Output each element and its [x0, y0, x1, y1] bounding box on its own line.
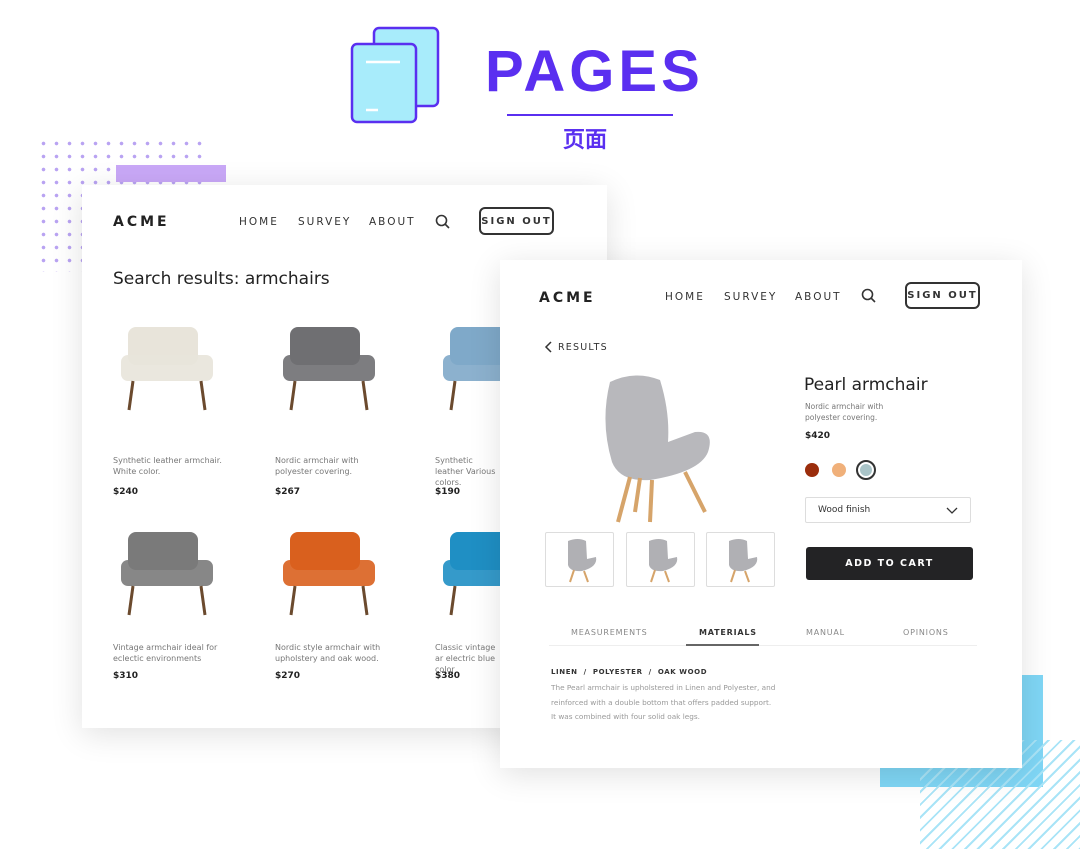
page-title: PAGES — [485, 39, 704, 104]
product-price: $380 — [435, 671, 461, 681]
logo: ACME — [539, 290, 596, 306]
search-icon[interactable] — [861, 288, 877, 304]
product-thumbnail[interactable] — [626, 532, 695, 587]
product-description: Vintage armchair ideal for eclectic envi… — [113, 643, 218, 663]
title-divider — [507, 114, 673, 116]
product-card-image[interactable] — [435, 520, 500, 625]
materials-description: The Pearl armchair is upholstered in Lin… — [551, 683, 776, 721]
tabs-divider — [549, 645, 977, 646]
product-thumbnail[interactable] — [545, 532, 614, 587]
product-price: $310 — [113, 671, 139, 681]
armchair-image — [121, 532, 213, 616]
product-price: $240 — [113, 487, 139, 497]
color-swatch[interactable] — [832, 463, 846, 477]
armchair-image — [283, 532, 375, 616]
nav-home[interactable]: HOME — [239, 216, 279, 228]
product-thumbnail[interactable] — [706, 532, 775, 587]
armchair-image — [283, 327, 375, 411]
product-card-image[interactable] — [113, 520, 228, 625]
product-description: Synthetic leather Various colors. — [435, 456, 496, 487]
detail-page-card: ACME HOME SURVEY ABOUT SIGN OUT RESULTS … — [500, 260, 1022, 768]
chevron-left-icon — [544, 341, 552, 353]
product-price: $190 — [435, 487, 461, 497]
nav-about[interactable]: ABOUT — [369, 216, 416, 228]
product-description: Nordic style armchair with upholstery an… — [275, 643, 381, 663]
armchair-thumbnail-image — [728, 538, 757, 582]
product-description: Nordic armchair with polyester covering. — [805, 402, 884, 422]
results-heading: Search results: armchairs — [113, 269, 330, 289]
sign-out-button[interactable]: SIGN OUT — [905, 282, 980, 309]
page-subtitle: 页面 — [563, 128, 608, 153]
nav-survey[interactable]: SURVEY — [724, 291, 777, 303]
pages-icon — [350, 26, 440, 124]
nav-survey[interactable]: SURVEY — [298, 216, 351, 228]
product-name: Pearl armchair — [804, 375, 928, 395]
color-swatch[interactable] — [856, 460, 876, 480]
product-price: $420 — [805, 431, 831, 441]
nav-about[interactable]: ABOUT — [795, 291, 842, 303]
add-to-cart-button[interactable]: ADD TO CART — [806, 547, 973, 580]
tab-measurements[interactable]: MEASUREMENTS — [571, 628, 647, 637]
product-description: Nordic armchair with polyester covering. — [275, 456, 359, 476]
wood-finish-select[interactable]: Wood finish — [805, 497, 971, 523]
tab-manual[interactable]: MANUAL — [806, 628, 845, 637]
nav-home[interactable]: HOME — [665, 291, 705, 303]
product-main-image — [605, 375, 710, 523]
sign-out-button[interactable]: SIGN OUT — [479, 207, 554, 235]
product-price: $267 — [275, 487, 301, 497]
armchair-image — [443, 532, 500, 616]
decor-bar — [116, 165, 226, 182]
product-card-image[interactable] — [113, 315, 228, 420]
product-description: Synthetic leather armchair. White color. — [113, 456, 222, 476]
product-card-image[interactable] — [275, 520, 390, 625]
armchair-image — [121, 327, 213, 411]
active-tab-indicator — [686, 644, 759, 646]
materials-list: LINEN / POLYESTER / OAK WOOD — [551, 668, 708, 676]
tab-materials[interactable]: MATERIALS — [699, 628, 757, 637]
product-card-image[interactable] — [435, 315, 500, 420]
color-swatch[interactable] — [805, 463, 819, 477]
chevron-down-icon — [946, 507, 958, 514]
back-label: RESULTS — [558, 341, 608, 353]
logo: ACME — [113, 214, 170, 230]
select-value: Wood finish — [818, 505, 871, 515]
armchair-image — [443, 327, 500, 411]
product-price: $270 — [275, 671, 301, 681]
armchair-thumbnail-image — [567, 538, 596, 582]
armchair-thumbnail-image — [648, 538, 677, 582]
product-card-image[interactable] — [275, 315, 390, 420]
back-to-results-link[interactable]: RESULTS — [544, 341, 608, 353]
tab-opinions[interactable]: OPINIONS — [903, 628, 949, 637]
search-icon[interactable] — [435, 214, 451, 230]
